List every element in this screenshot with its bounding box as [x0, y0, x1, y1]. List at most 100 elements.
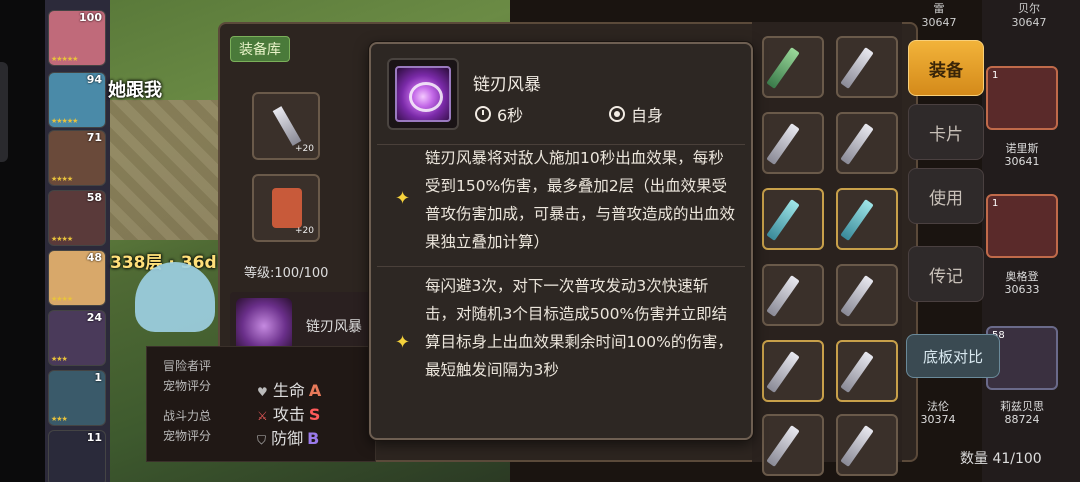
target-value: 自身 [631, 106, 664, 125]
stat-attack: ⚔ 攻击 S [257, 405, 321, 424]
stat-label: 宠物评分 [163, 379, 212, 393]
character-slot[interactable]: 94 ★★★★★ [48, 72, 106, 128]
skill-effect-1: 链刃风暴将对敌人施加10秒出血效果，每秒受到150%伤害，最多叠加2层（出血效果… [425, 149, 736, 251]
character-level: 94 [86, 73, 102, 86]
stat-hp: ♥ 生命 A [257, 381, 322, 400]
equipped-armor-slot[interactable]: +20 [252, 174, 320, 242]
cooldown-value: 6秒 [497, 106, 524, 125]
equipment-level: 等级:100/100 [244, 266, 329, 281]
skill-effect-2: 每闪避3次，对下一次普攻发动3次快速斩击，对随机3个目标造成500%伤害并立即结… [425, 277, 733, 379]
pet-sprite [135, 262, 215, 332]
character-slot[interactable]: 71 ★★★★ [48, 130, 106, 186]
character-level: 58 [86, 191, 102, 204]
target-icon [609, 106, 625, 122]
sword-icon [272, 106, 302, 146]
weapon-item[interactable] [762, 340, 824, 402]
target: 自身 [609, 102, 663, 126]
sword-small-icon: ⚔ [257, 409, 268, 423]
hero-power: 30633 [1004, 283, 1040, 296]
sword-icon [766, 425, 800, 467]
skill-icon-frame [387, 58, 459, 130]
sword-icon [840, 123, 874, 165]
cooldown: 6秒 [475, 102, 523, 126]
weapon-item[interactable] [762, 264, 824, 326]
character-level: 1 [94, 371, 102, 384]
sword-icon [840, 275, 874, 317]
character-slot[interactable]: 24 ★★★ [48, 310, 106, 366]
character-slot[interactable]: 58 ★★★★ [48, 190, 106, 246]
sword-icon [840, 425, 874, 467]
weapon-item[interactable] [836, 340, 898, 402]
character-level: 100 [79, 11, 102, 24]
star-rating: ★★★★ [51, 295, 73, 303]
sword-icon [840, 47, 874, 89]
sparkle-icon: ✦ [395, 332, 411, 353]
character-column: 100 ★★★★★ 94 ★★★★★ 71 ★★★★ 58 ★★★★ 48 ★★★★ 24… [45, 0, 110, 482]
enhance-level: +20 [295, 144, 314, 154]
legend-button[interactable]: 传记 [908, 246, 984, 302]
skill-name: 链刃风暴 [306, 319, 362, 335]
weapon-item[interactable] [762, 112, 824, 174]
equip-button[interactable]: 装备 [908, 40, 984, 96]
sword-icon [840, 199, 874, 241]
star-rating: ★★★ [51, 415, 68, 423]
clock-icon [475, 106, 491, 122]
character-level: 71 [86, 131, 102, 144]
character-level: 11 [86, 431, 102, 444]
inventory-count: 数量 41/100 [960, 451, 1042, 467]
compare-button[interactable]: 底板对比 [906, 334, 1000, 378]
sword-icon [766, 351, 800, 393]
weapon-item[interactable] [762, 414, 824, 476]
character-level: 24 [86, 311, 102, 324]
stat-defense: ⛉ 防御 B [257, 429, 320, 448]
card-button[interactable]: 卡片 [908, 104, 984, 160]
character-slot[interactable]: 1 ★★★ [48, 370, 106, 426]
star-rating: ★★★ [51, 355, 68, 363]
weapon-item[interactable] [836, 414, 898, 476]
equipment-library-tag[interactable]: 装备库 [230, 36, 290, 62]
divider [377, 266, 745, 267]
bezel-notch [0, 62, 8, 162]
star-rating: ★★★★★ [51, 55, 78, 63]
sword-icon [840, 351, 874, 393]
star-rating: ★★★★ [51, 235, 73, 243]
character-slot[interactable]: 11 [48, 430, 106, 482]
weapon-item[interactable] [762, 36, 824, 98]
stat-label: 宠物评分 [163, 429, 212, 443]
hero-card[interactable]: 1 [986, 66, 1058, 130]
side-hero-name: 雷 30647 [921, 2, 957, 29]
heart-icon: ♥ [257, 385, 268, 399]
shield-icon: ⛉ [257, 433, 267, 447]
star-rating: ★★★★★ [51, 117, 78, 125]
armor-icon [272, 188, 302, 228]
tiled-floor [110, 100, 230, 240]
hero-name: 莉兹贝思 [1000, 400, 1044, 413]
skill-title: 链刃风暴 [473, 75, 541, 95]
hero-name: 奥格登 [1005, 270, 1039, 283]
hero-name: 诺里斯 [1005, 142, 1039, 155]
hero-card[interactable]: 1 [986, 194, 1058, 258]
stats-box: 冒险者评 宠物评分 战斗力总 宠物评分 ♥ 生命 A ⚔ 攻击 S ⛉ 防御 B [146, 346, 376, 462]
weapon-item[interactable] [836, 36, 898, 98]
weapon-item[interactable] [836, 188, 898, 250]
skill-tooltip: 链刃风暴 6秒 自身 ✦ 链刃风暴将对敌人施加10秒出血效果，每秒受到150%伤… [369, 42, 753, 440]
hero-column: 贝尔 30647 1 诺里斯 30641 1 奥格登 30633 58 莉兹贝思 … [982, 0, 1080, 482]
chain-blade-storm-icon [395, 66, 451, 122]
hero-level: 1 [992, 70, 999, 81]
enhance-level: +20 [295, 226, 314, 236]
sword-icon [766, 47, 800, 89]
sparkle-icon: ✦ [395, 188, 411, 209]
weapon-item[interactable] [836, 264, 898, 326]
weapon-item[interactable] [762, 188, 824, 250]
use-button[interactable]: 使用 [908, 168, 984, 224]
stat-label: 战斗力总 [163, 409, 212, 423]
star-rating: ★★★★ [51, 175, 73, 183]
sword-icon [766, 275, 800, 317]
character-level: 48 [86, 251, 102, 264]
map-caption: 她跟我 [108, 80, 162, 101]
character-slot[interactable]: 100 ★★★★★ [48, 10, 106, 66]
weapon-item[interactable] [836, 112, 898, 174]
sword-icon [766, 199, 800, 241]
character-slot[interactable]: 48 ★★★★ [48, 250, 106, 306]
equipped-weapon-slot[interactable]: +20 [252, 92, 320, 160]
